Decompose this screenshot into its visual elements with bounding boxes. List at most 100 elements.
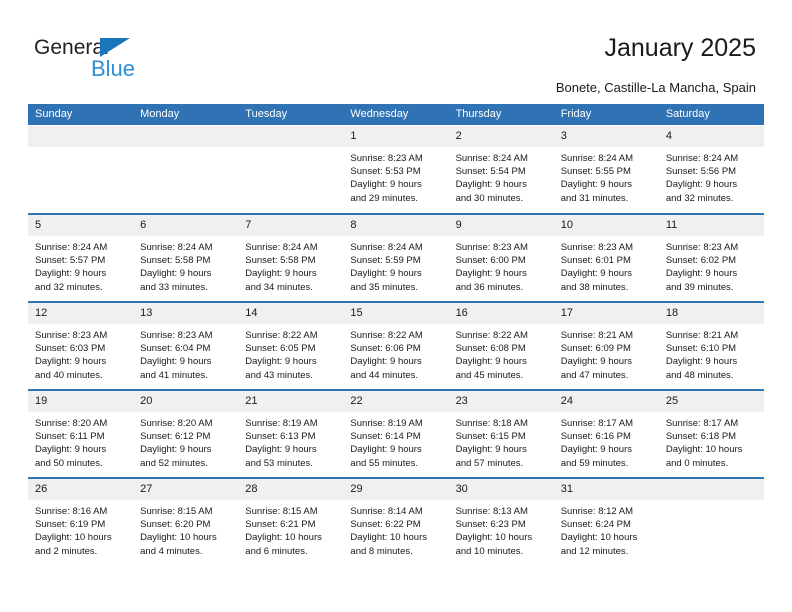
day-sun-info: Sunrise: 8:18 AM Sunset: 6:15 PM Daylight:… [449, 412, 554, 470]
day-info-line: Daylight: 9 hours [350, 179, 422, 191]
day-sun-info: Sunrise: 8:23 AM Sunset: 6:00 PM Daylight:… [449, 236, 554, 294]
day-info-line: Sunrise: 8:22 AM [455, 330, 528, 341]
day-info-line: Sunset: 6:20 PM [140, 519, 211, 531]
day-info-line: and 40 minutes. [35, 369, 103, 381]
day-info-line: and 8 minutes. [350, 545, 413, 557]
calendar-day-cell[interactable]: 6 Sunrise: 8:24 AM Sunset: 5:58 PM Daylight… [133, 215, 239, 301]
day-sun-info: Sunrise: 8:22 AM Sunset: 6:05 PM Daylight:… [238, 324, 343, 382]
calendar-day-cell[interactable]: 2 Sunrise: 8:24 AM Sunset: 5:54 PM Daylight… [448, 126, 554, 213]
calendar-day-cell[interactable]: 7 Sunrise: 8:24 AM Sunset: 5:58 PM Daylight… [238, 215, 344, 301]
day-info-line: Sunset: 5:54 PM [455, 166, 526, 178]
calendar-cell-empty [28, 126, 134, 213]
day-info-line: Sunset: 6:12 PM [140, 431, 211, 443]
calendar-day-cell[interactable]: 18 Sunrise: 8:21 AM Sunset: 6:10 PM Dayligh… [658, 303, 764, 389]
calendar-day-cell[interactable]: 11 Sunrise: 8:23 AM Sunset: 6:02 PM Dayligh… [658, 215, 764, 301]
day-info-line: Sunset: 5:58 PM [140, 255, 211, 267]
day-sun-info: Sunrise: 8:20 AM Sunset: 6:12 PM Daylight:… [133, 412, 238, 470]
day-info-line: and 12 minutes. [560, 545, 629, 557]
day-info-line: Daylight: 10 hours [35, 532, 112, 544]
day-info-line: Sunset: 5:58 PM [245, 255, 316, 267]
calendar-day-cell[interactable]: 30 Sunrise: 8:13 AM Sunset: 6:23 PM Dayligh… [448, 479, 554, 565]
calendar-day-cell[interactable]: 14 Sunrise: 8:22 AM Sunset: 6:05 PM Dayligh… [238, 303, 344, 389]
calendar-day-cell[interactable]: 27 Sunrise: 8:15 AM Sunset: 6:20 PM Dayligh… [133, 479, 239, 565]
day-info-line: Daylight: 9 hours [455, 356, 527, 368]
day-info-line: Sunrise: 8:24 AM [140, 242, 213, 253]
day-info-line: and 45 minutes. [455, 369, 524, 381]
day-info-line: Sunrise: 8:23 AM [35, 330, 108, 341]
calendar-day-cell[interactable]: 16 Sunrise: 8:22 AM Sunset: 6:08 PM Dayligh… [448, 303, 554, 389]
day-info-line: Sunrise: 8:23 AM [665, 242, 739, 253]
day-sun-info [28, 147, 133, 152]
day-number: 17 [553, 303, 659, 324]
calendar-day-cell[interactable]: 8 Sunrise: 8:24 AM Sunset: 5:59 PM Daylight… [343, 215, 449, 301]
general-blue-logo[interactable]: General Blue [34, 36, 204, 84]
day-info-line: Sunset: 5:55 PM [560, 166, 631, 178]
day-info-line: Sunrise: 8:24 AM [35, 242, 108, 253]
page-header: General Blue January 2025 Bonete, Castil… [0, 0, 792, 104]
day-info-line: Daylight: 9 hours [350, 444, 422, 456]
day-info-line: and 32 minutes. [665, 192, 734, 204]
weekday-header-monday: Monday [140, 108, 180, 120]
day-info-line: Sunset: 6:11 PM [35, 431, 105, 443]
day-info-line: and 32 minutes. [35, 281, 103, 293]
calendar-day-cell[interactable]: 20 Sunrise: 8:20 AM Sunset: 6:12 PM Dayligh… [133, 391, 239, 477]
day-info-line: Daylight: 9 hours [560, 179, 632, 191]
day-info-line: Daylight: 9 hours [140, 268, 212, 280]
calendar-day-cell[interactable]: 24 Sunrise: 8:17 AM Sunset: 6:16 PM Dayligh… [553, 391, 659, 477]
triangle-icon [100, 38, 130, 57]
calendar-day-cell[interactable]: 31 Sunrise: 8:12 AM Sunset: 6:24 PM Dayligh… [553, 479, 659, 565]
day-info-line: Sunset: 6:08 PM [455, 343, 526, 355]
day-info-line: Sunrise: 8:24 AM [350, 242, 423, 253]
day-info-line: Daylight: 9 hours [140, 444, 212, 456]
day-info-line: Daylight: 10 hours [560, 532, 638, 544]
day-info-line: Sunset: 6:05 PM [245, 343, 316, 355]
day-info-line: and 34 minutes. [245, 281, 313, 293]
day-info-line: and 31 minutes. [560, 192, 629, 204]
day-number: 8 [343, 215, 449, 236]
day-number: 24 [553, 391, 659, 412]
calendar-weeks: 1 Sunrise: 8:23 AM Sunset: 5:53 PM Daylight… [28, 125, 764, 565]
calendar-day-cell[interactable]: 19 Sunrise: 8:20 AM Sunset: 6:11 PM Dayligh… [28, 391, 134, 477]
calendar-day-cell[interactable]: 1 Sunrise: 8:23 AM Sunset: 5:53 PM Daylight… [343, 126, 449, 213]
calendar-day-cell[interactable]: 5 Sunrise: 8:24 AM Sunset: 5:57 PM Daylight… [28, 215, 134, 301]
day-info-line: Daylight: 10 hours [140, 532, 217, 544]
calendar-day-cell[interactable]: 15 Sunrise: 8:22 AM Sunset: 6:06 PM Dayligh… [343, 303, 449, 389]
calendar-day-cell[interactable]: 29 Sunrise: 8:14 AM Sunset: 6:22 PM Dayligh… [343, 479, 449, 565]
calendar-day-cell[interactable]: 21 Sunrise: 8:19 AM Sunset: 6:13 PM Dayligh… [238, 391, 344, 477]
calendar-day-cell[interactable]: 4 Sunrise: 8:24 AM Sunset: 5:56 PM Daylight… [658, 126, 764, 213]
calendar-day-cell[interactable]: 12 Sunrise: 8:23 AM Sunset: 6:03 PM Dayligh… [28, 303, 134, 389]
calendar-day-cell[interactable]: 23 Sunrise: 8:18 AM Sunset: 6:15 PM Dayligh… [448, 391, 554, 477]
day-sun-info: Sunrise: 8:21 AM Sunset: 6:10 PM Daylight:… [659, 324, 764, 382]
calendar-day-cell[interactable]: 28 Sunrise: 8:15 AM Sunset: 6:21 PM Dayligh… [238, 479, 344, 565]
day-info-line: Sunset: 5:57 PM [35, 255, 106, 267]
day-number [133, 126, 239, 147]
calendar-day-cell[interactable]: 9 Sunrise: 8:23 AM Sunset: 6:00 PM Daylight… [448, 215, 554, 301]
day-number: 3 [553, 126, 659, 147]
day-info-line: Sunset: 6:03 PM [35, 343, 106, 355]
calendar-day-cell[interactable]: 13 Sunrise: 8:23 AM Sunset: 6:04 PM Dayligh… [133, 303, 239, 389]
day-number: 21 [238, 391, 344, 412]
day-sun-info [659, 500, 764, 505]
day-info-line: Sunrise: 8:22 AM [350, 330, 423, 341]
day-number: 5 [28, 215, 134, 236]
weekday-header-thursday: Thursday [455, 108, 502, 120]
calendar-day-cell[interactable]: 22 Sunrise: 8:19 AM Sunset: 6:14 PM Dayligh… [343, 391, 449, 477]
day-number [28, 126, 134, 147]
calendar-day-cell[interactable]: 26 Sunrise: 8:16 AM Sunset: 6:19 PM Dayligh… [28, 479, 134, 565]
day-info-line: and 29 minutes. [350, 192, 419, 204]
calendar-day-cell[interactable]: 17 Sunrise: 8:21 AM Sunset: 6:09 PM Dayligh… [553, 303, 659, 389]
page-subtitle: Bonete, Castille-La Mancha, Spain [555, 80, 756, 95]
calendar-day-cell[interactable]: 25 Sunrise: 8:17 AM Sunset: 6:18 PM Dayligh… [658, 391, 764, 477]
day-info-line: and 52 minutes. [140, 457, 208, 469]
day-info-line: and 44 minutes. [350, 369, 419, 381]
day-info-line: Sunrise: 8:14 AM [350, 506, 423, 517]
day-info-line: and 30 minutes. [455, 192, 524, 204]
day-info-line: Daylight: 9 hours [560, 444, 632, 456]
calendar-day-cell[interactable]: 3 Sunrise: 8:24 AM Sunset: 5:55 PM Daylight… [553, 126, 659, 213]
calendar-day-cell[interactable]: 10 Sunrise: 8:23 AM Sunset: 6:01 PM Dayligh… [553, 215, 659, 301]
day-info-line: and 55 minutes. [350, 457, 419, 469]
day-number: 2 [448, 126, 554, 147]
day-info-line: Sunrise: 8:15 AM [245, 506, 318, 517]
day-info-line: Sunrise: 8:17 AM [560, 418, 634, 429]
day-info-line: and 4 minutes. [140, 545, 203, 557]
